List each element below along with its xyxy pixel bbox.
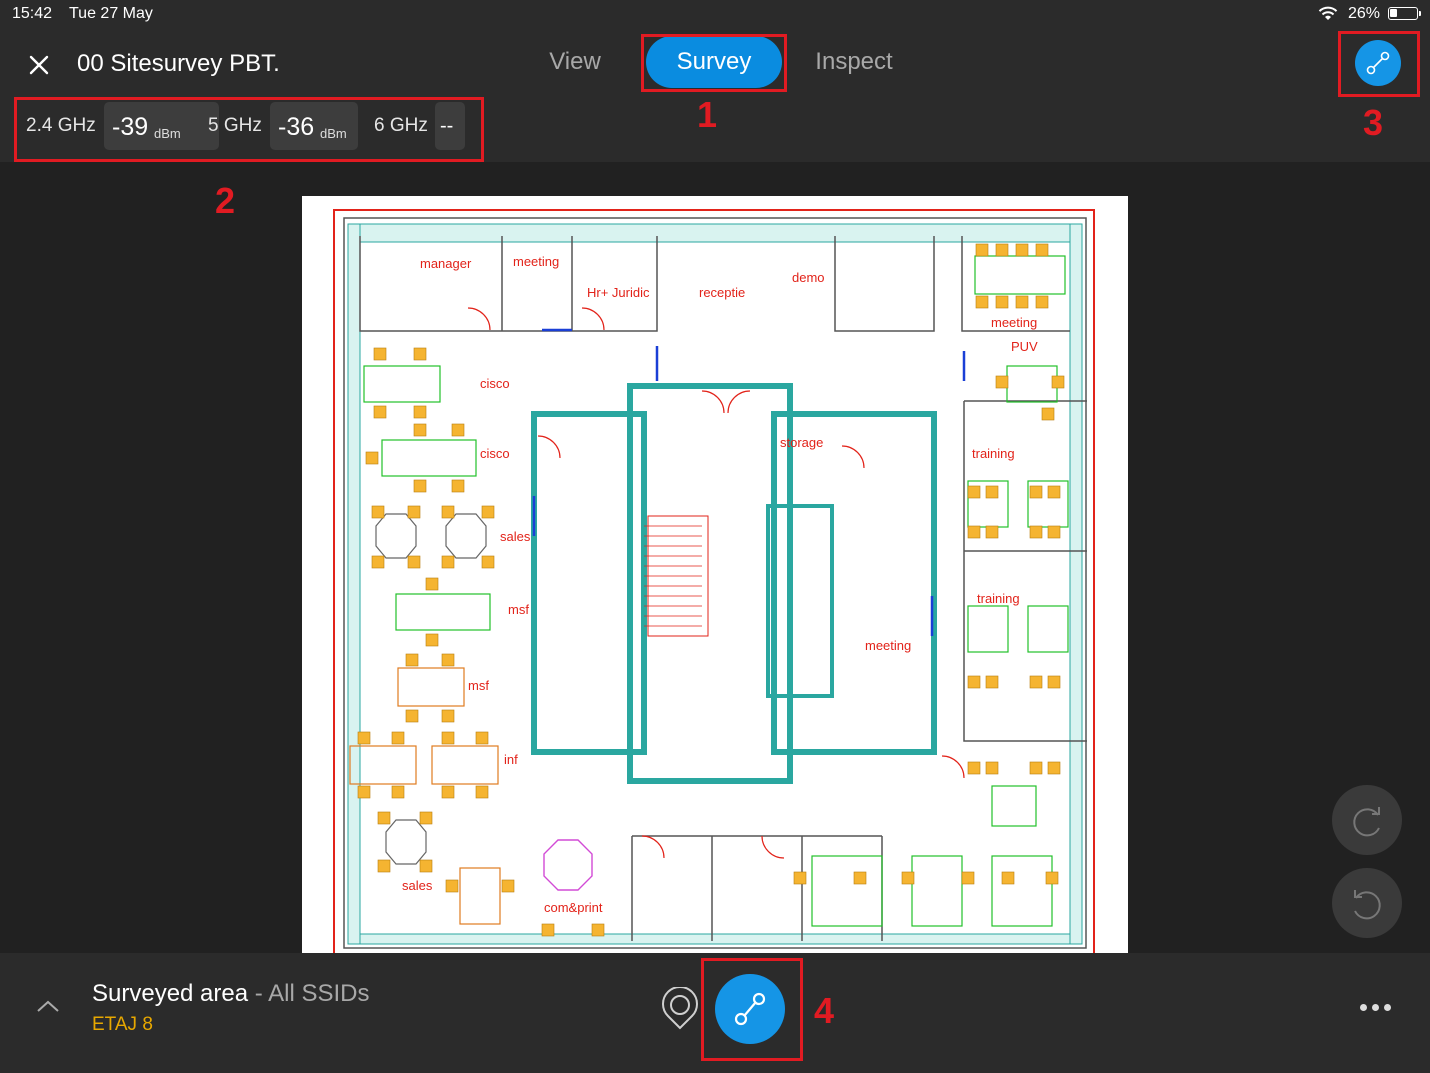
room-label: com&print (544, 900, 603, 915)
room-label: storage (780, 435, 823, 450)
battery-icon (1388, 7, 1421, 20)
redo-button[interactable] (1332, 785, 1402, 855)
room-label: demo (792, 270, 825, 285)
room-label: cisco (480, 376, 510, 391)
survey-title-main: Surveyed area (92, 980, 249, 1007)
annotation-box-4 (701, 958, 803, 1061)
room-label: Hr+ Juridic (587, 285, 650, 300)
survey-title: Surveyed area - All SSIDs (92, 980, 369, 1008)
status-bar: 15:42 Tue 27 May 26% (0, 0, 1430, 28)
annotation-marker-1: 1 (697, 94, 718, 135)
undo-icon (1354, 890, 1381, 920)
room-label: msf (468, 678, 489, 693)
undo-button[interactable] (1332, 868, 1402, 938)
room-label: meeting (865, 638, 911, 653)
room-label: receptie (699, 285, 745, 300)
close-icon[interactable] (24, 50, 54, 80)
room-label: manager (420, 256, 472, 271)
room-label: meeting (513, 254, 559, 269)
annotation-box-1 (641, 34, 787, 92)
floor-plan-drawing: manager meeting Hr+ Juridic receptie dem… (333, 209, 1095, 956)
status-date: Tue 27 May (69, 5, 153, 22)
wifi-icon (1318, 6, 1338, 20)
location-pin-icon[interactable] (658, 987, 702, 1031)
annotation-marker-2: 2 (215, 180, 236, 221)
chevron-up-icon[interactable] (34, 993, 62, 1021)
more-icon[interactable] (1360, 997, 1402, 1017)
annotation-box-3 (1338, 31, 1420, 97)
survey-title-ssid: - All SSIDs (248, 980, 370, 1007)
room-label: sales (500, 529, 531, 544)
floor-label: ETAJ 8 (92, 1014, 153, 1035)
room-label: msf (508, 602, 529, 617)
room-label: sales (402, 878, 433, 893)
redo-icon (1353, 807, 1380, 837)
room-label: training (972, 446, 1015, 461)
room-label: training (977, 591, 1020, 606)
annotation-marker-4: 4 (814, 990, 835, 1031)
project-title: 00 Sitesurvey PBT. (77, 50, 280, 77)
tab-inspect[interactable]: Inspect (800, 36, 908, 88)
floor-plan-map[interactable]: manager meeting Hr+ Juridic receptie dem… (302, 196, 1128, 976)
room-label: cisco (480, 446, 510, 461)
battery-percent: 26% (1347, 5, 1380, 22)
room-label: inf (504, 752, 518, 767)
tab-view[interactable]: View (530, 36, 620, 88)
room-label: PUV (1011, 339, 1038, 354)
annotation-box-2 (14, 97, 484, 162)
status-time: 15:42 (12, 5, 53, 22)
room-label: meeting (991, 315, 1037, 330)
annotation-marker-3: 3 (1363, 102, 1384, 143)
